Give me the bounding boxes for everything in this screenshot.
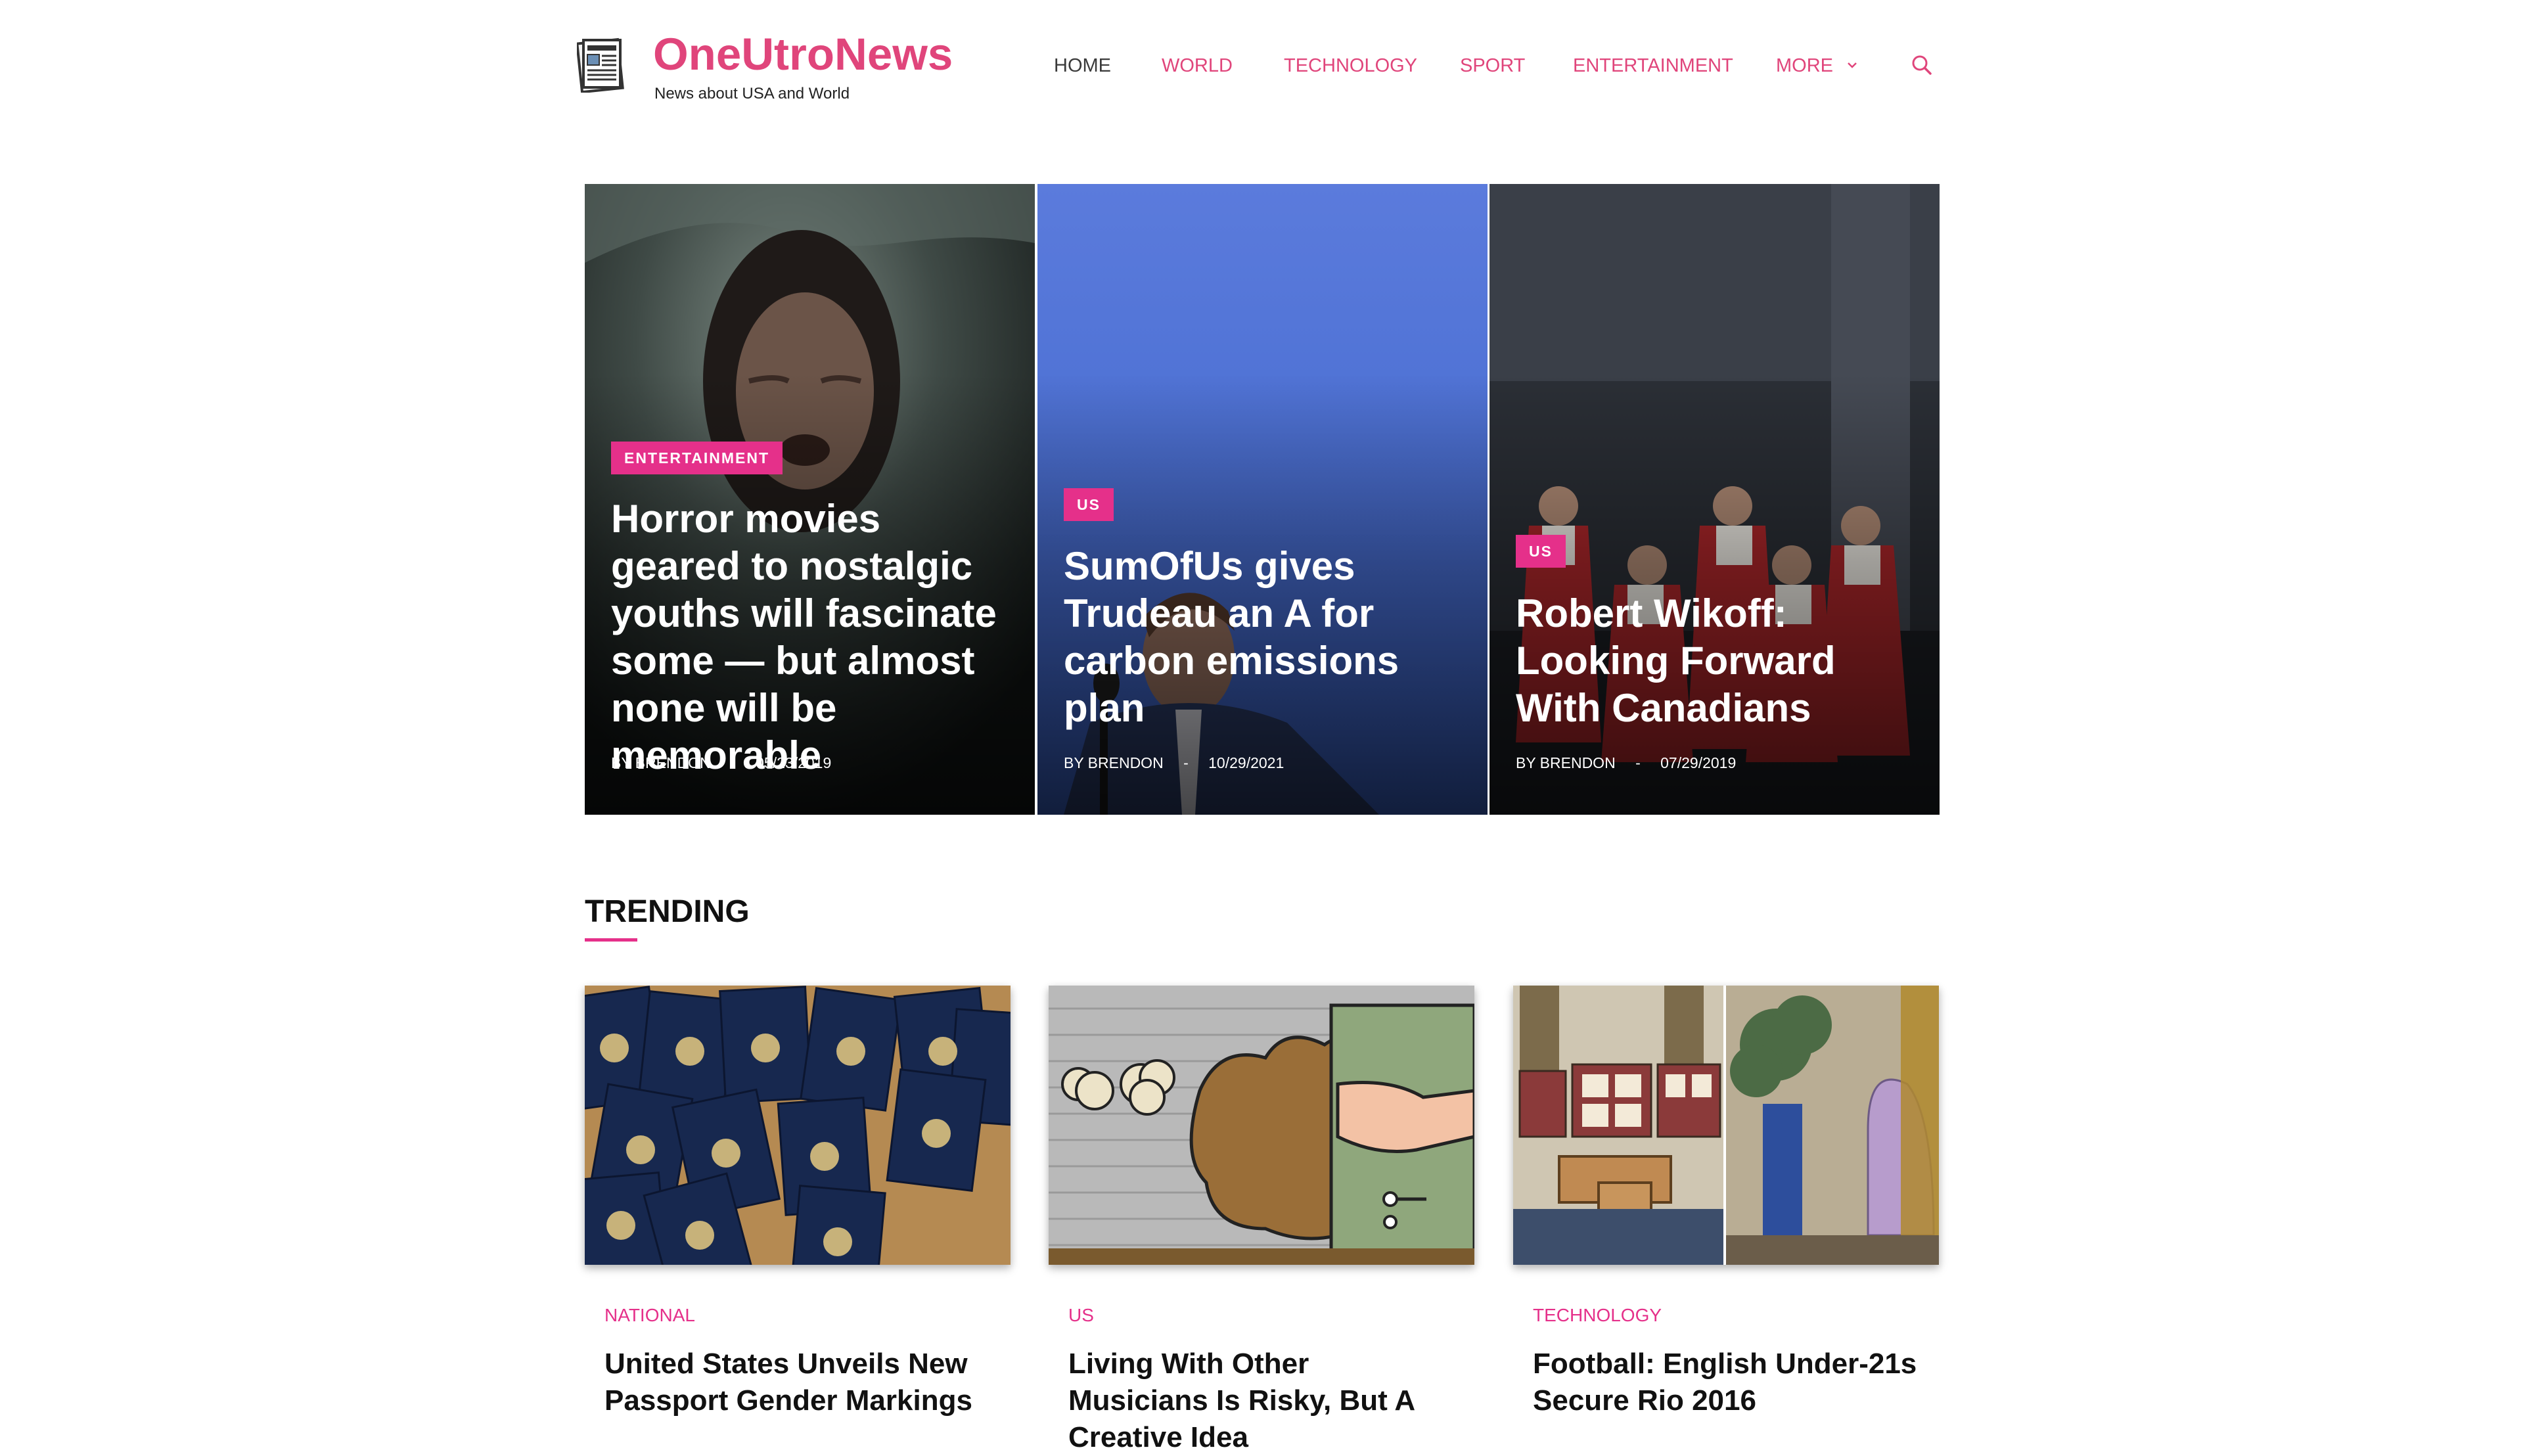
hero-title[interactable]: Robert Wikoff: Looking Forward With Cana… xyxy=(1516,590,1917,732)
trending-card[interactable]: NATIONAL United States Unveils New Passp… xyxy=(585,986,1011,1419)
category-badge[interactable]: ENTERTAINMENT xyxy=(611,442,783,474)
nav-item-more[interactable]: MORE xyxy=(1776,53,1833,79)
article-category[interactable]: US xyxy=(1068,1304,1094,1327)
meta-separator: - xyxy=(731,754,736,771)
article-category[interactable]: NATIONAL xyxy=(604,1304,695,1327)
post-date: 07/29/2019 xyxy=(1660,754,1737,771)
article-thumbnail[interactable] xyxy=(1513,986,1939,1265)
heading-underline xyxy=(585,938,637,942)
author-name[interactable]: BRENDON xyxy=(1540,754,1616,771)
site-tagline: News about USA and World xyxy=(654,85,850,102)
author-prefix: BY xyxy=(1064,754,1084,771)
author-name[interactable]: BRENDON xyxy=(1088,754,1164,771)
post-date: 05/23/2019 xyxy=(756,754,832,771)
trending-card[interactable]: US Living With Other Musicians Is Risky,… xyxy=(1049,986,1474,1453)
hero-meta: BY BRENDON - 05/23/2019 xyxy=(611,753,831,773)
site-title[interactable]: OneUtroNews xyxy=(653,26,953,83)
hero-meta: BY BRENDON - 07/29/2019 xyxy=(1516,753,1736,773)
search-icon[interactable] xyxy=(1911,54,1933,76)
article-title[interactable]: Living With Other Musicians Is Risky, Bu… xyxy=(1068,1346,1456,1456)
section-heading: TRENDING xyxy=(585,894,750,929)
article-thumbnail[interactable] xyxy=(585,986,1011,1265)
article-title[interactable]: Football: English Under-21s Secure Rio 2… xyxy=(1533,1346,1921,1419)
hero-card[interactable]: US Robert Wikoff: Looking Forward With C… xyxy=(1489,184,1940,815)
hero-meta: BY BRENDON - 10/29/2021 xyxy=(1064,753,1284,773)
article-title[interactable]: United States Unveils New Passport Gende… xyxy=(604,1346,992,1419)
author-name[interactable]: BRENDON xyxy=(635,754,711,771)
category-badge[interactable]: US xyxy=(1064,488,1114,521)
article-thumbnail[interactable] xyxy=(1049,986,1474,1265)
hero-title[interactable]: Horror movies geared to nostalgic youths… xyxy=(611,495,1012,779)
hero-card[interactable]: US SumOfUs gives Trudeau an A for carbon… xyxy=(1037,184,1488,815)
post-date: 10/29/2021 xyxy=(1208,754,1284,771)
nav-item-world[interactable]: WORLD xyxy=(1162,53,1233,79)
trending-card[interactable]: TECHNOLOGY Football: English Under-21s S… xyxy=(1513,986,1939,1419)
author-prefix: BY xyxy=(1516,754,1536,771)
chevron-down-icon[interactable] xyxy=(1845,58,1859,72)
category-badge[interactable]: US xyxy=(1516,535,1566,568)
nav-item-sport[interactable]: SPORT xyxy=(1460,53,1525,79)
author-prefix: BY xyxy=(611,754,631,771)
hero-card[interactable]: ENTERTAINMENT Horror movies geared to no… xyxy=(585,184,1035,815)
meta-separator: - xyxy=(1635,754,1641,771)
hero-title[interactable]: SumOfUs gives Trudeau an A for carbon em… xyxy=(1064,543,1465,732)
nav-item-technology[interactable]: TECHNOLOGY xyxy=(1284,53,1417,79)
nav-item-entertainment[interactable]: ENTERTAINMENT xyxy=(1573,53,1733,79)
article-category[interactable]: TECHNOLOGY xyxy=(1533,1304,1662,1327)
newspaper-icon[interactable] xyxy=(576,36,624,94)
meta-separator: - xyxy=(1183,754,1189,771)
nav-item-home[interactable]: HOME xyxy=(1054,53,1111,79)
